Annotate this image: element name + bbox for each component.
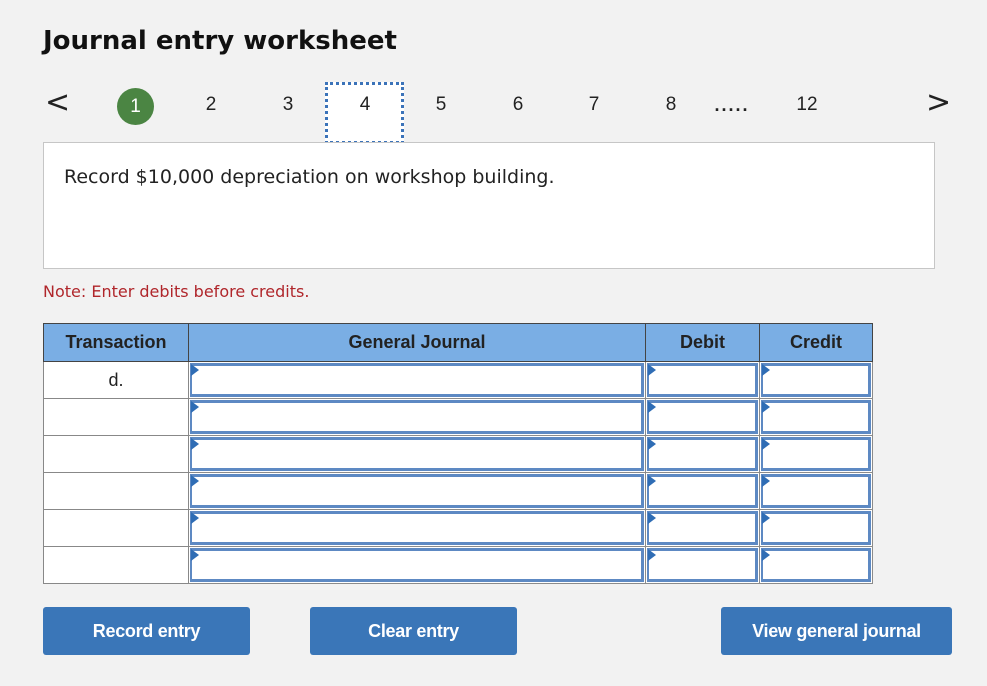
- header-debit: Debit: [645, 323, 760, 362]
- note-text: Note: Enter debits before credits.: [43, 282, 310, 301]
- table-row: [43, 472, 873, 510]
- header-general-journal: General Journal: [188, 323, 646, 362]
- table-row: [43, 398, 873, 436]
- debit-input[interactable]: [647, 400, 758, 434]
- page-title: Journal entry worksheet: [43, 26, 397, 56]
- dropdown-indicator-icon: [191, 438, 199, 450]
- debit-cell: [645, 546, 760, 584]
- dropdown-indicator-icon: [648, 475, 656, 487]
- dropdown-indicator-icon: [762, 438, 770, 450]
- account-cell: [188, 546, 646, 584]
- debit-cell: [645, 435, 760, 473]
- account-input[interactable]: [190, 400, 644, 434]
- page-4-label[interactable]: 4: [352, 82, 378, 144]
- dropdown-indicator-icon: [191, 401, 199, 413]
- account-cell: [188, 472, 646, 510]
- account-input[interactable]: [190, 474, 644, 508]
- question-text: Record $10,000 depreciation on workshop …: [64, 166, 555, 188]
- question-panel: Record $10,000 depreciation on workshop …: [43, 142, 935, 269]
- account-input[interactable]: [190, 437, 644, 471]
- debit-cell: [645, 398, 760, 436]
- record-entry-button[interactable]: Record entry: [43, 607, 250, 655]
- dropdown-indicator-icon: [762, 475, 770, 487]
- credit-cell: [759, 509, 873, 547]
- account-cell: [188, 361, 646, 399]
- dropdown-indicator-icon: [762, 364, 770, 376]
- page-2[interactable]: 2: [198, 82, 224, 144]
- credit-input[interactable]: [761, 363, 871, 397]
- transaction-cell: [43, 398, 189, 436]
- dropdown-indicator-icon: [648, 512, 656, 524]
- credit-cell: [759, 398, 873, 436]
- page-8[interactable]: 8: [658, 82, 684, 144]
- page-ellipsis: .....: [714, 95, 750, 115]
- debit-input[interactable]: [647, 474, 758, 508]
- page-12[interactable]: 12: [790, 82, 824, 144]
- credit-cell: [759, 546, 873, 584]
- page-1-completed[interactable]: 1: [117, 88, 154, 125]
- account-input[interactable]: [190, 548, 644, 582]
- debit-cell: [645, 509, 760, 547]
- account-cell: [188, 398, 646, 436]
- dropdown-indicator-icon: [191, 364, 199, 376]
- journal-table: Transaction General Journal Debit Credit…: [43, 323, 873, 584]
- credit-input[interactable]: [761, 511, 871, 545]
- dropdown-indicator-icon: [648, 401, 656, 413]
- dropdown-indicator-icon: [762, 512, 770, 524]
- account-input[interactable]: [190, 511, 644, 545]
- credit-input[interactable]: [761, 437, 871, 471]
- page-6[interactable]: 6: [505, 82, 531, 144]
- transaction-cell: [43, 546, 189, 584]
- dropdown-indicator-icon: [191, 549, 199, 561]
- page-7[interactable]: 7: [581, 82, 607, 144]
- transaction-cell: [43, 435, 189, 473]
- dropdown-indicator-icon: [191, 512, 199, 524]
- dropdown-indicator-icon: [191, 475, 199, 487]
- dropdown-indicator-icon: [762, 401, 770, 413]
- table-row: d.: [43, 361, 873, 399]
- transaction-cell: d.: [43, 361, 189, 399]
- header-credit: Credit: [759, 323, 873, 362]
- table-row: [43, 546, 873, 584]
- credit-cell: [759, 472, 873, 510]
- debit-input[interactable]: [647, 363, 758, 397]
- chevron-left-icon[interactable]: <: [45, 82, 70, 144]
- credit-input[interactable]: [761, 548, 871, 582]
- view-general-journal-button[interactable]: View general journal: [721, 607, 952, 655]
- transaction-cell: [43, 509, 189, 547]
- dropdown-indicator-icon: [648, 364, 656, 376]
- question-pager: < 1 2 3 4 5 6 7 8 ..... 12 >: [0, 82, 987, 147]
- table-header-row: Transaction General Journal Debit Credit: [43, 323, 873, 362]
- account-cell: [188, 435, 646, 473]
- debit-input[interactable]: [647, 511, 758, 545]
- clear-entry-button[interactable]: Clear entry: [310, 607, 517, 655]
- header-transaction: Transaction: [43, 323, 189, 362]
- page-3[interactable]: 3: [275, 82, 301, 144]
- dropdown-indicator-icon: [648, 549, 656, 561]
- account-input[interactable]: [190, 363, 644, 397]
- table-row: [43, 435, 873, 473]
- table-row: [43, 509, 873, 547]
- debit-cell: [645, 472, 760, 510]
- credit-cell: [759, 435, 873, 473]
- page-5[interactable]: 5: [428, 82, 454, 144]
- transaction-cell: [43, 472, 189, 510]
- credit-input[interactable]: [761, 400, 871, 434]
- dropdown-indicator-icon: [762, 549, 770, 561]
- debit-cell: [645, 361, 760, 399]
- chevron-right-icon[interactable]: >: [926, 82, 951, 144]
- account-cell: [188, 509, 646, 547]
- debit-input[interactable]: [647, 548, 758, 582]
- credit-cell: [759, 361, 873, 399]
- dropdown-indicator-icon: [648, 438, 656, 450]
- debit-input[interactable]: [647, 437, 758, 471]
- credit-input[interactable]: [761, 474, 871, 508]
